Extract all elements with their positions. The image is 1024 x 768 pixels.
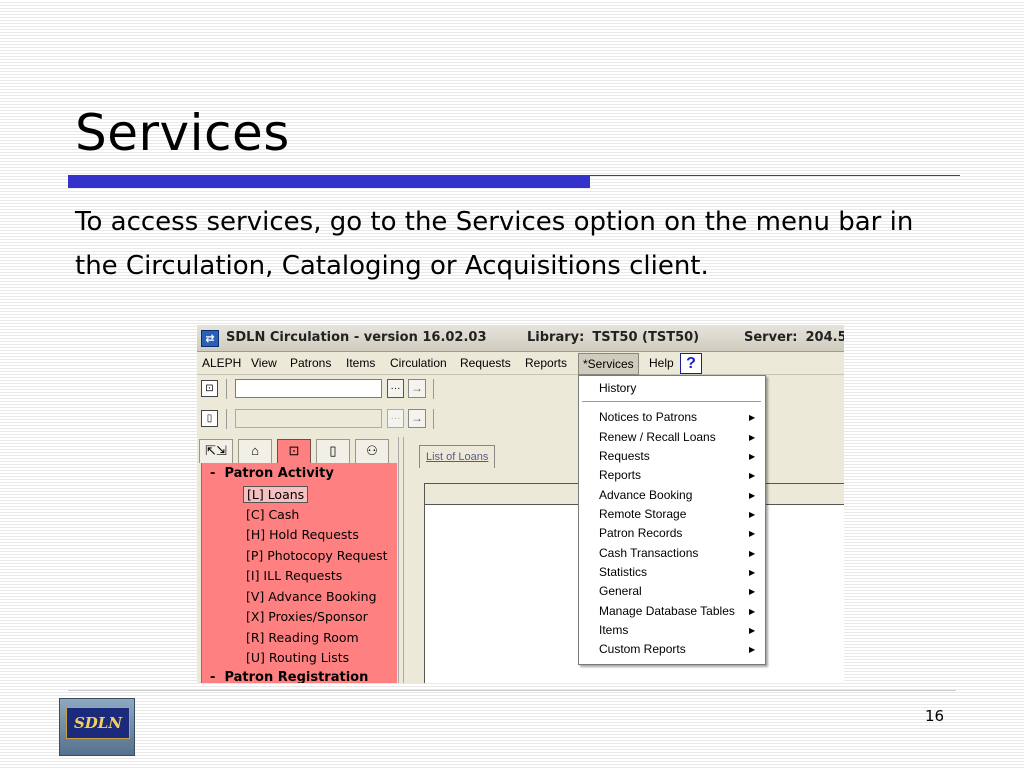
menu-bar: ALEPH View Patrons Items Circulation Req… [197,352,844,375]
services-menu-requests[interactable]: Requests [599,449,650,463]
submenu-arrow-icon: ▶ [749,568,756,577]
submenu-arrow-icon: ▶ [749,452,756,461]
services-menu-general[interactable]: General [599,584,642,598]
tab-list-of-loans[interactable]: List of Loans [419,445,496,468]
services-menu-manage-database-tables[interactable]: Manage Database Tables [599,604,735,618]
patron-browse-button[interactable]: ··· [387,379,404,398]
tab-search-icon[interactable]: ⚇ [355,439,389,463]
services-menu-cash-transactions[interactable]: Cash Transactions [599,546,698,560]
item-go-arrow-icon[interactable]: → [408,409,426,428]
tree-item-ill-requests[interactable]: [I] ILL Requests [246,568,342,583]
services-menu-items[interactable]: Items [599,623,628,637]
services-menu-statistics[interactable]: Statistics [599,565,647,579]
services-menu-notices-to-patrons[interactable]: Notices to Patrons [599,410,697,424]
services-menu-remote-storage[interactable]: Remote Storage [599,507,686,521]
menu-aleph[interactable]: ALEPH [202,356,241,370]
services-menu-reports[interactable]: Reports [599,468,641,482]
tree-header-patron-registration[interactable]: - Patron Registration [210,670,368,683]
submenu-arrow-icon: ▶ [749,413,756,422]
menu-patrons[interactable]: Patrons [290,356,331,370]
tab-navigation-icon[interactable]: ⇱⇲ [199,439,233,463]
menu-circulation[interactable]: Circulation [390,356,447,370]
patron-id-input[interactable] [235,379,382,398]
submenu-arrow-icon: ▶ [749,491,756,500]
patron-activity-panel: - Patron Activity [L] Loans [C] Cash [H]… [201,463,397,683]
tree-item-reading-room[interactable]: [R] Reading Room [246,630,359,645]
toolbar-separator [433,409,434,429]
tab-patron-icon[interactable]: ⊡ [277,439,311,463]
menu-requests[interactable]: Requests [460,356,511,370]
window-titlebar: ⇄ SDLN Circulation - version 16.02.03 Li… [197,325,844,352]
tree-item-photocopy-request[interactable]: [P] Photocopy Request [246,548,388,563]
item-barcode-input[interactable] [235,409,382,428]
menu-separator [582,401,761,402]
menu-view[interactable]: View [251,356,277,370]
submenu-arrow-icon: ▶ [749,645,756,654]
services-menu-renew-recall-loans[interactable]: Renew / Recall Loans [599,430,716,444]
submenu-arrow-icon: ▶ [749,587,756,596]
panel-splitter[interactable] [398,437,404,683]
tab-home-icon[interactable]: ⌂ [238,439,272,463]
menu-help[interactable]: Help [649,356,674,370]
server-indicator: Server: 204.5 [744,330,844,345]
services-menu-patron-records[interactable]: Patron Records [599,526,682,540]
item-browse-button[interactable]: ··· [387,409,404,428]
slide-body-text: To access services, go to the Services o… [75,207,914,281]
services-menu-custom-reports[interactable]: Custom Reports [599,642,686,656]
submenu-arrow-icon: ▶ [749,549,756,558]
sdln-logo-text: SDLN [66,707,130,739]
slide-title: Services [75,104,290,162]
submenu-arrow-icon: ▶ [749,471,756,480]
toolbar-separator [226,379,227,399]
services-dropdown-menu: History Notices to Patrons ▶ Renew / Rec… [578,375,766,665]
tab-items-icon[interactable]: ▯ [316,439,350,463]
menu-reports[interactable]: Reports [525,356,567,370]
page-number: 16 [925,707,945,725]
submenu-arrow-icon: ▶ [749,607,756,616]
tree-item-loans[interactable]: [L] Loans [243,486,309,503]
menu-items[interactable]: Items [346,356,375,370]
services-menu-advance-booking[interactable]: Advance Booking [599,488,692,502]
submenu-arrow-icon: ▶ [749,626,756,635]
services-menu-history[interactable]: History [599,381,636,395]
window-title: SDLN Circulation - version 16.02.03 [226,330,487,345]
patron-go-arrow-icon[interactable]: → [408,379,426,398]
patron-id-icon[interactable]: ⊡ [201,380,218,397]
menu-services[interactable]: *Services [578,353,639,375]
tree-header-patron-activity[interactable]: - Patron Activity [210,466,334,481]
title-underline-thin [590,175,960,176]
toolbar-separator [433,379,434,399]
aleph-screenshot: ⇄ SDLN Circulation - version 16.02.03 Li… [197,325,844,683]
tree-item-proxies-sponsor[interactable]: [X] Proxies/Sponsor [246,609,368,624]
app-icon: ⇄ [201,330,219,347]
help-question-icon[interactable]: ? [680,353,702,374]
tree-item-advance-booking[interactable]: [V] Advance Booking [246,589,377,604]
sdln-logo: SDLN [59,698,135,756]
submenu-arrow-icon: ▶ [749,433,756,442]
submenu-arrow-icon: ▶ [749,510,756,519]
tree-item-routing-lists[interactable]: [U] Routing Lists [246,650,349,665]
tree-item-cash[interactable]: [C] Cash [246,507,299,522]
library-indicator: Library: TST50 (TST50) [527,330,700,345]
submenu-arrow-icon: ▶ [749,529,756,538]
left-panel-tabs: ⇱⇲ ⌂ ⊡ ▯ ⚇ [197,437,398,463]
footer-divider [68,690,956,691]
tree-item-hold-requests[interactable]: [H] Hold Requests [246,527,359,542]
toolbar-separator [226,409,227,429]
title-underline-thick [68,175,590,188]
item-barcode-icon[interactable]: ▯ [201,410,218,427]
